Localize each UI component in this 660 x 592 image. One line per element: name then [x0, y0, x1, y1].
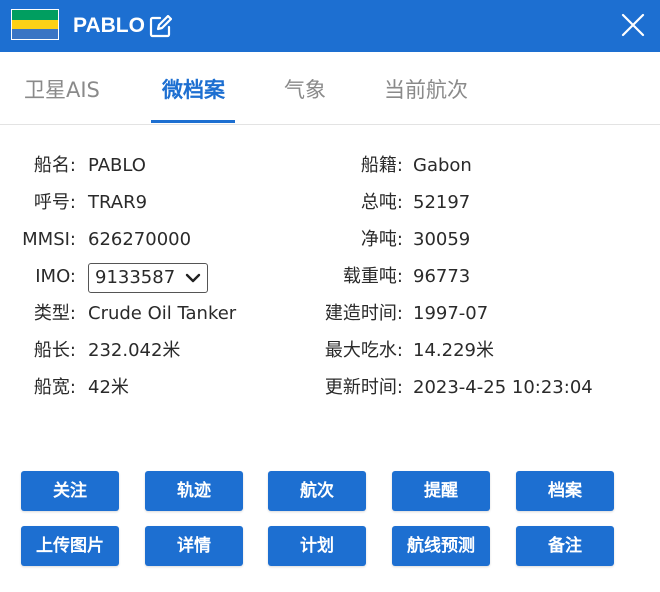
flag-state-value: Gabon	[413, 155, 472, 176]
width-value: 42米	[88, 377, 129, 398]
vessel-info-panel: PABLO 卫星AIS 微档案 气象 当前航次 船名: PABLO 呼号: TR…	[0, 0, 660, 592]
max-draft-value: 14.229米	[413, 340, 494, 361]
track-button[interactable]: 轨迹	[145, 471, 243, 511]
tab-satellite-ais[interactable]: 卫星AIS	[24, 75, 100, 105]
width-label: 船宽:	[33, 377, 76, 398]
tab-bar: 卫星AIS 微档案 气象 当前航次	[0, 52, 660, 125]
details-button[interactable]: 详情	[145, 526, 243, 566]
tab-current-voyage[interactable]: 当前航次	[384, 75, 468, 105]
flag-state-label: 船籍:	[360, 155, 403, 176]
mmsi-value: 626270000	[88, 229, 192, 250]
ship-name-value: PABLO	[88, 155, 146, 176]
update-time-value: 2023-4-25 10:23:04	[413, 377, 593, 398]
length-value: 232.042米	[88, 340, 181, 361]
type-value: Crude Oil Tanker	[88, 303, 237, 324]
mmsi-label: MMSI:	[22, 229, 76, 250]
active-tab-indicator	[151, 120, 235, 123]
voyage-button[interactable]: 航次	[268, 471, 366, 511]
follow-button[interactable]: 关注	[21, 471, 119, 511]
max-draft-label: 最大吃水:	[324, 340, 403, 361]
build-date-label: 建造时间:	[324, 303, 403, 324]
imo-label: IMO:	[35, 266, 76, 287]
close-icon[interactable]	[620, 12, 646, 38]
deadweight-value: 96773	[413, 266, 471, 287]
net-tonnage-label: 净吨:	[360, 229, 403, 250]
upload-image-button[interactable]: 上传图片	[21, 526, 119, 566]
remind-button[interactable]: 提醒	[392, 471, 490, 511]
type-label: 类型:	[33, 303, 76, 324]
callsign-label: 呼号:	[33, 192, 76, 213]
flag-icon	[11, 9, 59, 40]
tab-micro-archive[interactable]: 微档案	[162, 75, 225, 105]
imo-select[interactable]: 9133587	[88, 263, 208, 293]
imo-value: 9133587	[95, 267, 176, 288]
chevron-down-icon	[185, 273, 201, 283]
gross-tonnage-label: 总吨:	[360, 192, 403, 213]
route-prediction-button[interactable]: 航线预测	[392, 526, 490, 566]
callsign-value: TRAR9	[88, 192, 148, 213]
ship-name-label: 船名:	[33, 155, 76, 176]
note-button[interactable]: 备注	[516, 526, 614, 566]
ship-title: PABLO	[73, 14, 145, 37]
archive-button[interactable]: 档案	[516, 471, 614, 511]
panel-header: PABLO	[0, 0, 660, 52]
net-tonnage-value: 30059	[413, 229, 471, 250]
length-label: 船长:	[33, 340, 76, 361]
deadweight-label: 载重吨:	[342, 266, 403, 287]
edit-icon[interactable]	[148, 15, 172, 39]
build-date-value: 1997-07	[413, 303, 489, 324]
update-time-label: 更新时间:	[324, 377, 403, 398]
plan-button[interactable]: 计划	[268, 526, 366, 566]
gross-tonnage-value: 52197	[413, 192, 471, 213]
tab-weather[interactable]: 气象	[284, 75, 326, 105]
